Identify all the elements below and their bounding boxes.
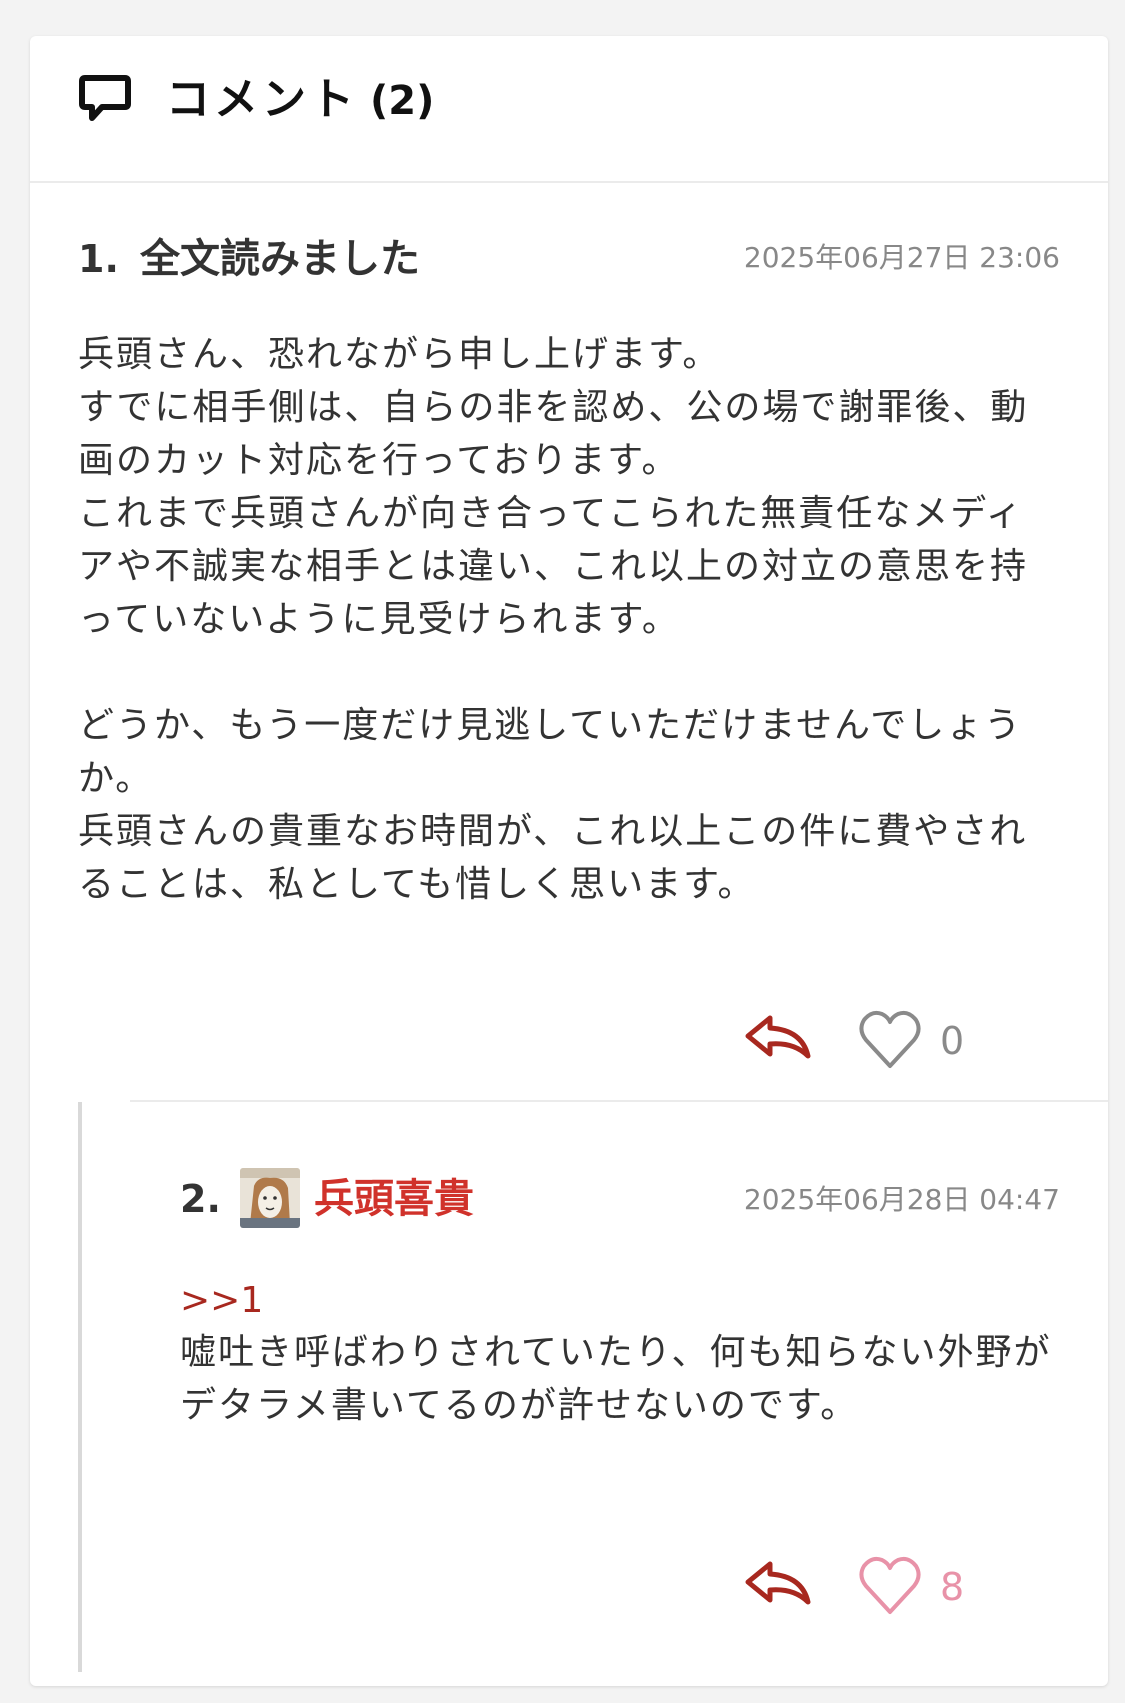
- comment-title: 全文読みました: [140, 236, 420, 282]
- comment-body: 兵頭さん、恐れながら申し上げます。 すでに相手側は、自らの非を認め、公の場で謝罪…: [78, 334, 1029, 905]
- comment-author[interactable]: 兵頭喜貴: [314, 1171, 474, 1227]
- avatar-image: [240, 1168, 300, 1228]
- comments-card: コメント (2) 1. 全文読みました 2025年06月27日 23:06 兵頭さ…: [30, 36, 1108, 1686]
- thread-line: [78, 1102, 82, 1672]
- reply-arrow-icon[interactable]: [742, 1558, 814, 1608]
- comment-body: 嘘吐き呼ばわりされていたり、何も知らない外野がデタラメ書いてるのが許せないのです…: [180, 1332, 1052, 1426]
- comment-number: 2.: [180, 1177, 221, 1221]
- comment-date: 2025年06月27日 23:06: [743, 241, 1060, 274]
- comment-date: 2025年06月28日 04:47: [743, 1183, 1060, 1216]
- comments-title: コメント (2): [166, 70, 434, 131]
- reply-arrow-icon[interactable]: [742, 1012, 814, 1062]
- comments-header: コメント (2): [30, 36, 1108, 183]
- heart-icon[interactable]: [858, 1556, 922, 1616]
- comment-number: 1.: [78, 237, 119, 281]
- comments-count: (2): [370, 78, 435, 124]
- reply-anchor-link[interactable]: >>1: [180, 1276, 263, 1326]
- thread-divider: [130, 1100, 1108, 1102]
- comment-bubble-icon: [79, 75, 131, 121]
- avatar[interactable]: [240, 1168, 300, 1228]
- like-count: 0: [940, 1019, 965, 1063]
- heart-icon[interactable]: [858, 1010, 922, 1070]
- like-count: 8: [940, 1565, 965, 1609]
- comments-title-text: コメント: [166, 74, 358, 125]
